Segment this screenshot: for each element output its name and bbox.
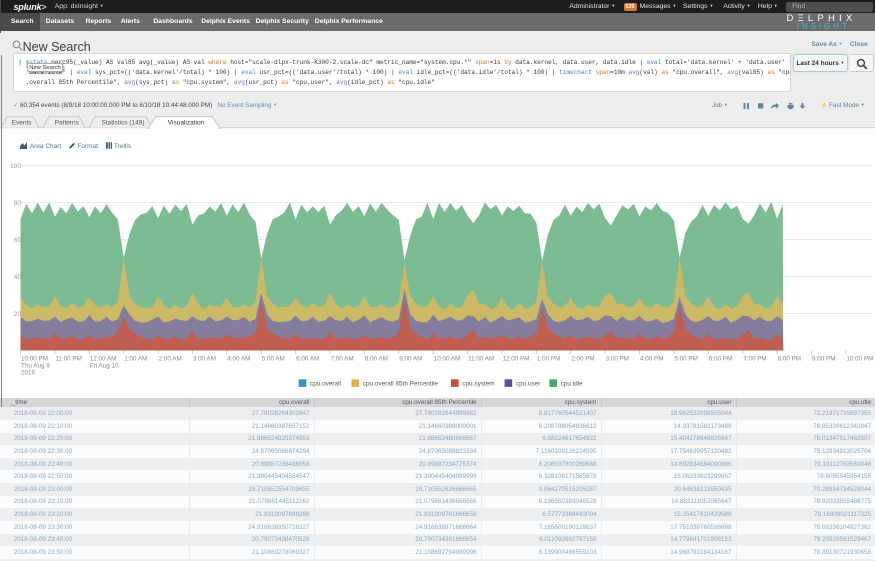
svg-text:10:00 PM: 10:00 PM (21, 356, 48, 363)
svg-text:5:00 AM: 5:00 AM (262, 356, 285, 363)
svg-text:12:00 PM: 12:00 PM (503, 356, 530, 363)
svg-text:1:00 AM: 1:00 AM (124, 356, 147, 363)
svg-text:10:00 PM: 10:00 PM (846, 356, 873, 363)
svg-text:5:00 PM: 5:00 PM (674, 356, 697, 363)
svg-text:2018: 2018 (21, 370, 36, 377)
svg-text:12:00 AM: 12:00 AM (90, 356, 117, 363)
svg-text:4:00 PM: 4:00 PM (640, 356, 663, 363)
svg-text:cpu.idle: cpu.idle (561, 381, 583, 388)
svg-text:80: 80 (14, 200, 22, 207)
svg-text:6:00 AM: 6:00 AM (296, 356, 319, 363)
svg-text:2:00 PM: 2:00 PM (571, 356, 594, 363)
svg-text:11:00 AM: 11:00 AM (468, 356, 494, 363)
svg-text:cpu.overall 85th Percentile: cpu.overall 85th Percentile (363, 381, 439, 388)
svg-text:3:00 AM: 3:00 AM (193, 356, 216, 363)
svg-text:20: 20 (14, 311, 22, 318)
svg-text:cpu.overall: cpu.overall (310, 381, 341, 388)
svg-text:11:00 PM: 11:00 PM (55, 356, 82, 363)
svg-text:100: 100 (10, 163, 21, 170)
svg-text:9:00 AM: 9:00 AM (399, 356, 422, 363)
svg-text:4:00 AM: 4:00 AM (227, 356, 250, 363)
svg-text:2:00 AM: 2:00 AM (159, 356, 182, 363)
svg-text:1:00 PM: 1:00 PM (537, 356, 560, 363)
svg-text:9:00 PM: 9:00 PM (812, 356, 835, 363)
svg-text:40: 40 (14, 274, 22, 281)
svg-text:60: 60 (14, 237, 22, 244)
svg-text:6:00 PM: 6:00 PM (709, 356, 732, 363)
svg-text:7:00 PM: 7:00 PM (743, 356, 766, 363)
svg-text:3:00 PM: 3:00 PM (606, 356, 629, 363)
svg-text:cpu.system: cpu.system (462, 381, 494, 388)
svg-text:7:00 AM: 7:00 AM (331, 356, 354, 363)
svg-text:Fri Aug 10: Fri Aug 10 (90, 363, 119, 370)
svg-text:cpu.user: cpu.user (516, 381, 541, 388)
svg-text:8:00 AM: 8:00 AM (365, 356, 388, 363)
svg-text:10:00 AM: 10:00 AM (434, 356, 461, 363)
svg-text:Thu Aug 9: Thu Aug 9 (21, 363, 50, 370)
svg-text:8:00 PM: 8:00 PM (778, 356, 801, 363)
